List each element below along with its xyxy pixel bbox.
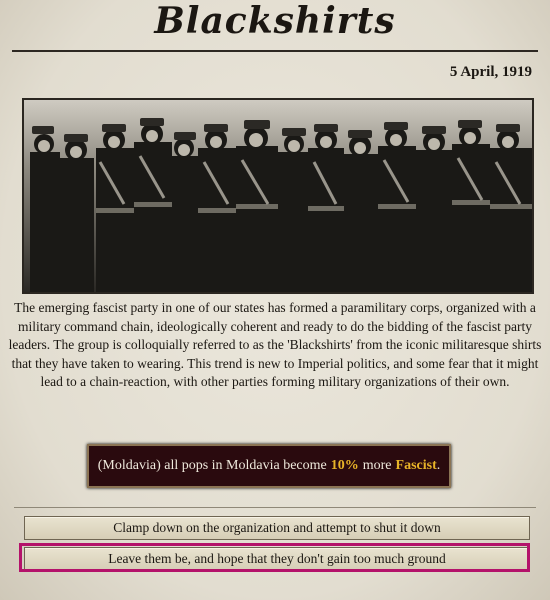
- option-leave-them-be-button[interactable]: Leave them be, and hope that they don't …: [24, 547, 530, 571]
- effect-percent: 10%: [330, 458, 359, 473]
- effect-ideology: Fascist: [395, 458, 437, 473]
- event-photo: [22, 98, 534, 294]
- option-clamp-down-button[interactable]: Clamp down on the organization and attem…: [24, 516, 530, 540]
- event-description: The emerging fascist party in one of our…: [8, 300, 542, 389]
- effect-prefix: (Moldavia) all pops in Moldavia become: [97, 458, 327, 473]
- option-label: Leave them be, and hope that they don't …: [108, 551, 446, 566]
- event-title: Blackshirts: [154, 0, 396, 42]
- effect-middle: more: [362, 458, 392, 473]
- blackshirts-photo-image: [24, 100, 532, 292]
- event-window: Blackshirts 5 April, 1919 The emerging f…: [0, 0, 550, 600]
- options-divider: [14, 507, 536, 508]
- event-date: 5 April, 1919: [449, 64, 532, 80]
- event-effect-box: (Moldavia) all pops in Moldavia become 1…: [87, 444, 451, 488]
- effect-suffix: .: [436, 458, 441, 473]
- title-divider: [12, 50, 538, 52]
- option-label: Clamp down on the organization and attem…: [113, 520, 441, 535]
